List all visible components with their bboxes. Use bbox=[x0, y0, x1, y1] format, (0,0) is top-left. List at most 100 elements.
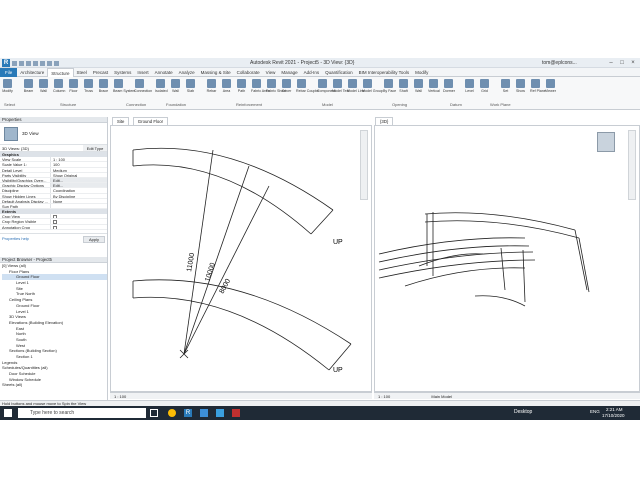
modify-button[interactable]: Modify bbox=[2, 79, 13, 93]
tab-modify[interactable]: Modify bbox=[412, 68, 431, 77]
type-selector[interactable]: 3D View bbox=[0, 123, 107, 145]
wall-button[interactable]: Wall bbox=[413, 79, 424, 93]
path-button[interactable]: Path bbox=[236, 79, 247, 93]
isolated-button[interactable]: Isolated bbox=[155, 79, 168, 93]
print-icon[interactable] bbox=[47, 60, 52, 66]
panel-label-connection[interactable]: Connection bbox=[126, 102, 146, 107]
maximize-icon[interactable]: □ bbox=[617, 58, 627, 68]
property-value[interactable]: None bbox=[50, 198, 107, 203]
rebar-coupler-button[interactable]: Rebar Coupler bbox=[296, 79, 319, 93]
dormer-button[interactable]: Dormer bbox=[443, 79, 455, 93]
viewcube-icon[interactable] bbox=[597, 132, 615, 152]
dimension-11000[interactable]: 11000 bbox=[186, 252, 196, 272]
rebar-button[interactable]: Rebar bbox=[206, 79, 217, 93]
fabric-sheet-button[interactable]: Fabric Sheet bbox=[266, 79, 286, 93]
by-face-button[interactable]: By Face bbox=[383, 79, 396, 93]
tab-precast[interactable]: Precast bbox=[90, 68, 111, 77]
clock-date[interactable]: 17/10/2020 bbox=[602, 413, 625, 418]
beam-button[interactable]: Beam bbox=[23, 79, 34, 93]
fabric-area-button[interactable]: Fabric Area bbox=[251, 79, 269, 93]
floor-button[interactable]: Floor bbox=[68, 79, 79, 93]
panel-label-foundation[interactable]: Foundation bbox=[166, 102, 186, 107]
view-scale-right[interactable]: 1 : 100 bbox=[378, 394, 390, 399]
property-value[interactable]: Show Original bbox=[50, 172, 107, 177]
set-button[interactable]: Set bbox=[500, 79, 511, 93]
revit-taskbar-icon[interactable]: R bbox=[184, 409, 192, 417]
clock-time[interactable]: 2:21 AM bbox=[606, 407, 623, 412]
wall-button[interactable]: Wall bbox=[38, 79, 49, 93]
shaft-button[interactable]: Shaft bbox=[398, 79, 409, 93]
apply-button[interactable]: Apply bbox=[82, 235, 105, 243]
property-value[interactable]: By Discipline bbox=[50, 193, 107, 198]
user-account[interactable]: tom@eplcons... bbox=[542, 60, 577, 66]
properties-help-link[interactable]: Properties help bbox=[2, 236, 29, 243]
tab-steel[interactable]: Steel bbox=[74, 68, 90, 77]
redo-icon[interactable] bbox=[40, 60, 45, 66]
task-view-icon[interactable] bbox=[150, 409, 158, 417]
sync-icon[interactable] bbox=[26, 60, 31, 66]
main-model-field[interactable]: Main Model bbox=[431, 394, 452, 399]
property-value[interactable]: 1 : 100 bbox=[50, 157, 107, 162]
language-indicator[interactable]: ENG bbox=[590, 409, 600, 414]
extent-row[interactable]: Annotation Crop bbox=[0, 224, 107, 230]
view-selector[interactable]: 3D Views: {3D} bbox=[0, 145, 83, 151]
app-icon-1[interactable] bbox=[200, 409, 208, 417]
tab-collaborate[interactable]: Collaborate bbox=[234, 68, 263, 77]
component-button[interactable]: Component bbox=[317, 79, 336, 93]
tab-insert[interactable]: Insert bbox=[134, 68, 151, 77]
column-button[interactable]: Column bbox=[53, 79, 65, 93]
close-icon[interactable]: × bbox=[628, 58, 638, 68]
connection-button[interactable]: Connection bbox=[134, 79, 152, 93]
show-button[interactable]: Show bbox=[515, 79, 526, 93]
checkbox[interactable] bbox=[53, 215, 57, 219]
tab-site[interactable]: Site bbox=[112, 117, 130, 125]
revit-logo-icon[interactable]: R bbox=[2, 59, 10, 67]
vertical-button[interactable]: Vertical bbox=[428, 79, 440, 93]
desktop-label[interactable]: Desktop bbox=[514, 409, 532, 415]
dimension-8000[interactable]: 8000 bbox=[219, 278, 233, 295]
measure-icon[interactable] bbox=[54, 60, 59, 66]
tab-systems[interactable]: Systems bbox=[111, 68, 134, 77]
minimize-icon[interactable]: – bbox=[606, 58, 616, 68]
navigation-bar-right[interactable] bbox=[628, 130, 636, 200]
tab-manage[interactable]: Manage bbox=[278, 68, 300, 77]
property-value[interactable]: Coordination bbox=[50, 188, 107, 193]
view-scale-left[interactable]: 1 : 100 bbox=[114, 394, 126, 399]
model-group-button[interactable]: Model Group bbox=[362, 79, 383, 93]
tab-bim-interoperability-tools[interactable]: BIM Interoperability Tools bbox=[356, 68, 412, 77]
tab-ground-floor[interactable]: Ground Floor bbox=[132, 117, 169, 125]
panel-label-select[interactable]: Select bbox=[4, 102, 15, 107]
app-icon-2[interactable] bbox=[216, 409, 224, 417]
app-icon-3[interactable] bbox=[232, 409, 240, 417]
plan-view[interactable]: 11000 10000 8000 UP UP bbox=[110, 125, 372, 392]
panel-label-model[interactable]: Model bbox=[322, 102, 333, 107]
tab-annotate[interactable]: Annotate bbox=[152, 68, 176, 77]
browser-item[interactable]: Sheets (all) bbox=[2, 382, 107, 388]
taskbar-search-input[interactable]: Type here to search bbox=[18, 408, 146, 418]
open-icon[interactable] bbox=[12, 60, 17, 66]
property-value[interactable]: 100 bbox=[50, 162, 107, 167]
navigation-bar-left[interactable] bbox=[360, 130, 368, 200]
tab-massing-site[interactable]: Massing & Site bbox=[198, 68, 234, 77]
property-value[interactable]: Edit... bbox=[50, 177, 107, 183]
undo-icon[interactable] bbox=[33, 60, 38, 66]
checkbox[interactable] bbox=[53, 225, 57, 229]
panel-label-datum[interactable]: Datum bbox=[450, 102, 462, 107]
panel-label-opening[interactable]: Opening bbox=[392, 102, 407, 107]
property-value[interactable]: Medium bbox=[50, 167, 107, 172]
tab-architecture[interactable]: Architecture bbox=[17, 68, 47, 77]
tab-add-ins[interactable]: Add-Ins bbox=[301, 68, 323, 77]
chrome-icon[interactable] bbox=[168, 409, 176, 417]
tab-3d[interactable]: {3D} bbox=[375, 117, 394, 125]
property-value[interactable]: Edit... bbox=[50, 183, 107, 188]
beam-system-button[interactable]: Beam System bbox=[113, 79, 135, 93]
grid-button[interactable]: Grid bbox=[479, 79, 490, 93]
slab-button[interactable]: Slab bbox=[185, 79, 196, 93]
checkbox[interactable] bbox=[53, 220, 57, 224]
tab-quantification[interactable]: Quantification bbox=[322, 68, 356, 77]
cover-button[interactable]: Cover bbox=[281, 79, 292, 93]
viewer-button[interactable]: Viewer bbox=[545, 79, 556, 93]
level-button[interactable]: Level bbox=[464, 79, 475, 93]
edit-type-button[interactable]: Edit Type bbox=[83, 145, 107, 151]
ref-plane-button[interactable]: Ref Plane bbox=[530, 79, 546, 93]
